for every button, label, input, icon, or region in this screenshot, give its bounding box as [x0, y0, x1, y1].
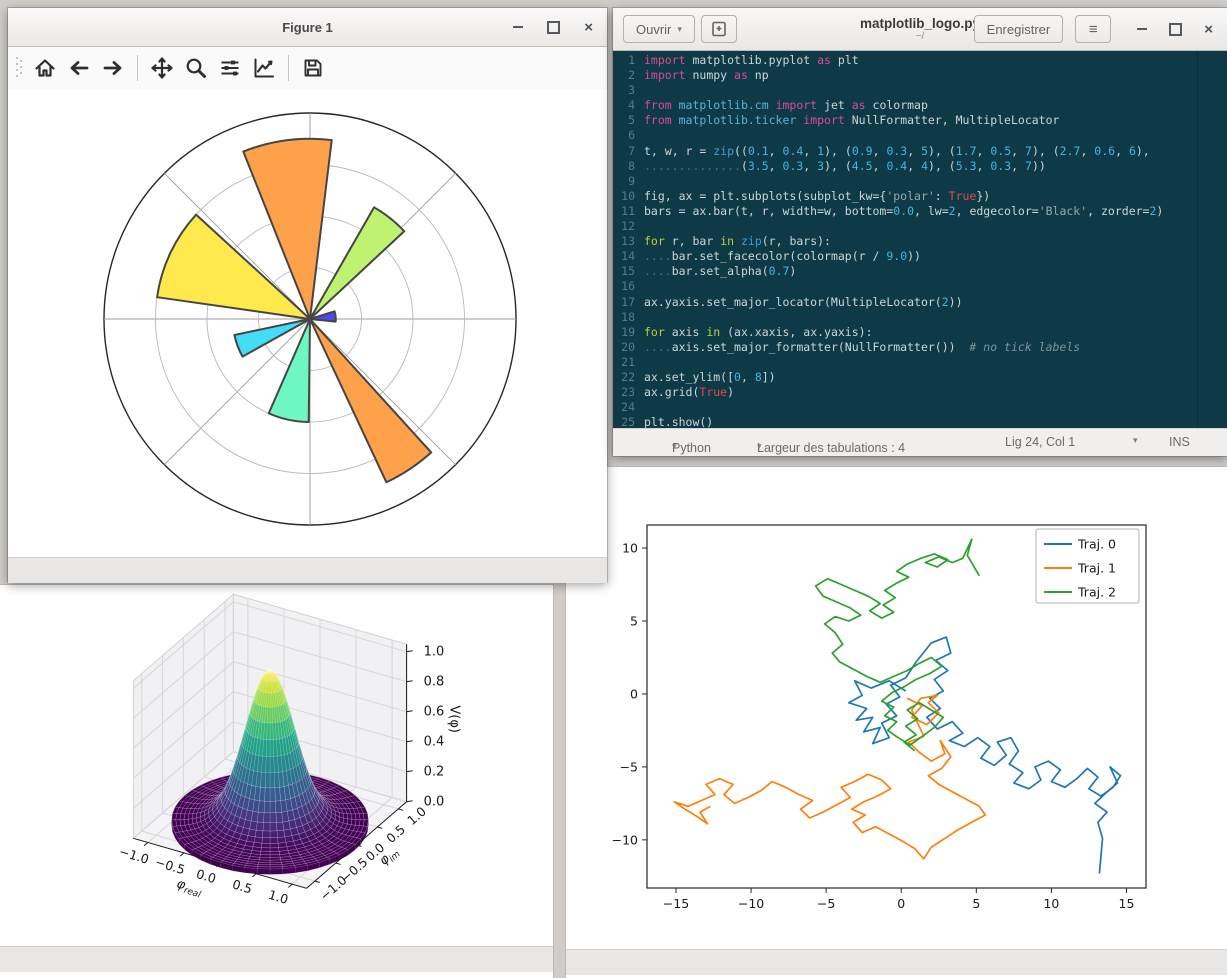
svg-text:5: 5 [630, 614, 638, 629]
svg-text:Traj. 2: Traj. 2 [1077, 585, 1116, 600]
figure1-titlebar[interactable]: Figure 1 × [8, 8, 607, 47]
svg-text:0.8: 0.8 [424, 675, 445, 690]
svg-text:−10: −10 [612, 832, 638, 847]
chevron-down-icon: ▾ [757, 441, 762, 452]
toolbar-separator [137, 55, 138, 81]
menu-button[interactable]: ≡ [1075, 15, 1111, 43]
surface-message-bar [0, 946, 553, 972]
chevron-down-icon[interactable]: ▾ [1133, 435, 1138, 446]
svg-text:0.0: 0.0 [194, 866, 217, 886]
pan-button[interactable] [145, 51, 179, 85]
svg-text:0.5: 0.5 [383, 822, 408, 846]
svg-text:0.2: 0.2 [424, 765, 445, 780]
new-document-button[interactable] [701, 15, 737, 43]
minimize-icon[interactable] [513, 26, 523, 28]
open-button-label: Ouvrir [636, 22, 671, 37]
svg-text:0.0: 0.0 [424, 795, 445, 810]
editor-statusbar: Python ▾ Largeur des tabulations : 4 ▾ L… [613, 428, 1227, 456]
editor-window: Ouvrir ▾ matplotlib_logo.py ~/ Enregistr… [613, 8, 1227, 456]
save-figure-button[interactable] [296, 51, 330, 85]
forward-button[interactable] [96, 51, 130, 85]
svg-text:1.0: 1.0 [424, 645, 445, 660]
cursor-position: Lig 24, Col 1 [1005, 435, 1075, 449]
trajectory-line [849, 637, 1121, 873]
hamburger-icon: ≡ [1089, 21, 1098, 38]
arrow-right-icon [101, 56, 125, 80]
maximize-icon[interactable] [547, 21, 560, 34]
trajectory-plot: −15−10−5051015−10−50510Traj. 0Traj. 1Tra… [566, 467, 1225, 949]
svg-text:0.6: 0.6 [424, 705, 445, 720]
arrow-left-icon [67, 56, 91, 80]
trajectory-figure-window: −15−10−5051015−10−50510Traj. 0Traj. 1Tra… [566, 467, 1227, 978]
chevron-down-icon: ▾ [672, 441, 677, 452]
new-document-icon [710, 20, 728, 38]
zoom-button[interactable] [179, 51, 213, 85]
svg-text:−1.0: −1.0 [117, 844, 150, 867]
minimize-icon[interactable] [1137, 28, 1147, 30]
open-button[interactable]: Ouvrir ▾ [623, 15, 695, 43]
svg-text:0: 0 [630, 686, 638, 701]
svg-text:Traj. 0: Traj. 0 [1077, 537, 1116, 552]
trajectory-line [816, 539, 980, 751]
svg-text:−5: −5 [620, 759, 638, 774]
surface-figure-window: −1.0−0.50.00.51.0−1.0−0.50.00.51.00.00.2… [0, 585, 553, 978]
close-icon[interactable]: × [1204, 22, 1213, 37]
svg-text:5: 5 [972, 896, 980, 911]
right-margin-line [1197, 51, 1198, 428]
svg-text:10: 10 [1043, 896, 1059, 911]
insert-mode-indicator[interactable]: INS [1169, 435, 1190, 449]
svg-text:0: 0 [897, 896, 905, 911]
home-button[interactable] [28, 51, 62, 85]
line-chart-icon [252, 56, 276, 80]
toolbar-separator [288, 55, 289, 81]
sliders-icon [218, 56, 242, 80]
pan-move-icon [150, 56, 174, 80]
editor-headerbar[interactable]: Ouvrir ▾ matplotlib_logo.py ~/ Enregistr… [613, 8, 1227, 51]
surface-3d-plot: −1.0−0.50.00.51.0−1.0−0.50.00.51.00.00.2… [0, 585, 551, 946]
figure1-window: Figure 1 × [8, 8, 607, 582]
figure1-message-bar [8, 557, 607, 583]
code-area[interactable]: 1import matplotlib.pyplot as plt2import … [613, 51, 1227, 428]
maximize-icon[interactable] [1169, 23, 1182, 36]
svg-text:10: 10 [622, 541, 638, 556]
home-icon [33, 56, 57, 80]
svg-text:−5: −5 [817, 896, 835, 911]
svg-text:Traj. 1: Traj. 1 [1077, 561, 1116, 576]
svg-text:15: 15 [1119, 896, 1135, 911]
floppy-save-icon [301, 56, 325, 80]
svg-text:0.5: 0.5 [231, 876, 254, 896]
svg-text:1.0: 1.0 [267, 887, 290, 907]
close-icon[interactable]: × [584, 20, 593, 35]
svg-text:V(φ): V(φ) [447, 705, 462, 733]
svg-text:−0.5: −0.5 [153, 854, 186, 877]
svg-text:−15: −15 [663, 896, 689, 911]
svg-text:−0.5: −0.5 [338, 854, 371, 885]
svg-text:0.4: 0.4 [424, 735, 445, 750]
toolbar-grip-icon[interactable] [14, 53, 24, 83]
save-button[interactable]: Enregistrer [974, 15, 1064, 43]
trajectory-line [675, 695, 986, 858]
legend: Traj. 0 Traj. 1 Traj. 2 [1036, 529, 1139, 603]
subplots-button[interactable] [213, 51, 247, 85]
chevron-down-icon: ▾ [677, 24, 682, 35]
back-button[interactable] [62, 51, 96, 85]
axes-config-button[interactable] [247, 51, 281, 85]
mpl-toolbar [8, 47, 607, 89]
trajectory-message-bar [566, 949, 1227, 975]
save-button-label: Enregistrer [987, 22, 1051, 37]
polar-bar-chart [8, 89, 607, 557]
svg-text:−10: −10 [738, 896, 764, 911]
polar-figure-canvas [8, 89, 607, 557]
magnifier-icon [184, 56, 208, 80]
